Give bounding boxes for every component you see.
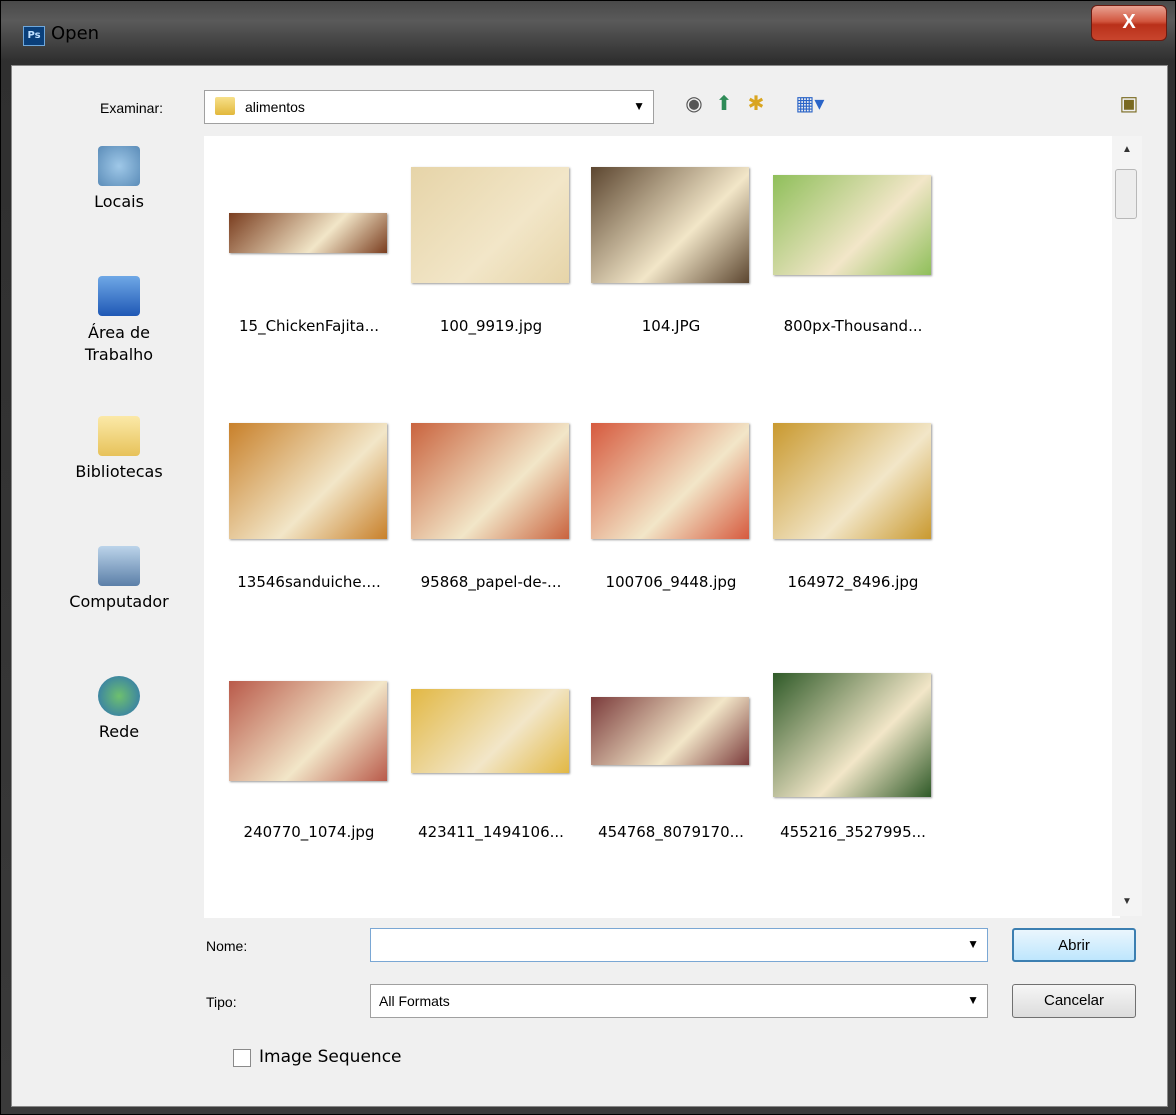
place-desktop[interactable]: Área de Trabalho bbox=[64, 276, 174, 366]
open-dialog: Ps Open X Examinar: alimentos ▼ ◉ ⬆ ✱ ▦▾… bbox=[0, 0, 1176, 1115]
image-thumbnail bbox=[229, 681, 387, 781]
file-name: 423411_1494106... bbox=[418, 823, 564, 841]
image-sequence-label: Image Sequence bbox=[259, 1047, 402, 1067]
place-locais[interactable]: Locais bbox=[64, 146, 174, 211]
open-button[interactable]: Abrir bbox=[1012, 928, 1136, 962]
file-name: 100_9919.jpg bbox=[439, 317, 543, 335]
view-menu-icon[interactable]: ▦▾ bbox=[792, 92, 828, 116]
network-icon bbox=[98, 676, 140, 716]
file-name: 15_ChickenFajita... bbox=[238, 317, 380, 335]
place-label: Área de Trabalho bbox=[84, 323, 154, 364]
file-name: 164972_8496.jpg bbox=[787, 573, 919, 591]
image-thumbnail bbox=[411, 689, 569, 773]
image-thumbnail bbox=[773, 175, 931, 275]
place-computer[interactable]: Computador bbox=[64, 546, 174, 611]
type-value: All Formats bbox=[379, 993, 450, 1009]
scroll-up-icon[interactable]: ▲ bbox=[1122, 144, 1132, 155]
folder-star-icon[interactable]: ▣ bbox=[1117, 92, 1141, 116]
scroll-thumb[interactable] bbox=[1115, 169, 1137, 219]
place-label: Rede bbox=[98, 722, 140, 741]
file-name: 454768_8079170... bbox=[598, 823, 744, 841]
up-folder-icon[interactable]: ⬆ bbox=[712, 92, 736, 116]
name-field[interactable]: ▼ bbox=[370, 928, 988, 962]
place-libraries[interactable]: Bibliotecas bbox=[64, 416, 174, 481]
image-thumbnail bbox=[411, 167, 569, 283]
image-thumbnail bbox=[773, 673, 931, 797]
place-label: Bibliotecas bbox=[75, 462, 163, 481]
dialog-body: Examinar: alimentos ▼ ◉ ⬆ ✱ ▦▾ ▣ Locais … bbox=[11, 65, 1168, 1107]
file-name: 13546sanduiche.... bbox=[237, 573, 381, 591]
libraries-icon bbox=[98, 416, 140, 456]
image-thumbnail bbox=[229, 423, 387, 539]
file-name: 800px-Thousand... bbox=[783, 317, 923, 335]
image-thumbnail bbox=[591, 423, 749, 539]
title-bar: Ps Open X bbox=[1, 1, 1176, 65]
back-icon[interactable]: ◉ bbox=[682, 92, 706, 116]
desktop-icon bbox=[98, 276, 140, 316]
new-folder-icon[interactable]: ✱ bbox=[744, 92, 768, 116]
image-sequence-checkbox[interactable] bbox=[233, 1049, 251, 1067]
file-name: 455216_3527995... bbox=[780, 823, 926, 841]
photoshop-app-icon: Ps bbox=[23, 26, 45, 46]
image-thumbnail bbox=[229, 213, 387, 253]
chevron-down-icon[interactable]: ▼ bbox=[967, 937, 979, 951]
name-label: Nome: bbox=[206, 938, 248, 954]
file-name: 95868_papel-de-... bbox=[420, 573, 562, 591]
chevron-down-icon: ▼ bbox=[633, 99, 645, 113]
cancel-button[interactable]: Cancelar bbox=[1012, 984, 1136, 1018]
file-name: 104.JPG bbox=[641, 317, 701, 335]
recent-places-icon bbox=[98, 146, 140, 186]
place-label: Computador bbox=[69, 592, 169, 611]
type-select[interactable]: All Formats ▼ bbox=[370, 984, 988, 1018]
image-thumbnail bbox=[591, 697, 749, 765]
scroll-down-icon[interactable]: ▼ bbox=[1122, 896, 1132, 907]
close-button[interactable]: X bbox=[1091, 5, 1167, 41]
image-thumbnail bbox=[773, 423, 931, 539]
folder-icon bbox=[215, 97, 235, 115]
image-thumbnail bbox=[591, 167, 749, 283]
place-network[interactable]: Rede bbox=[64, 676, 174, 741]
look-in-label: Examinar: bbox=[100, 100, 164, 116]
file-list-view[interactable]: 15_ChickenFajita... 100_9919.jpg 104.JPG 80… bbox=[204, 136, 1120, 918]
chevron-down-icon: ▼ bbox=[967, 993, 979, 1007]
computer-icon bbox=[98, 546, 140, 586]
file-name: 240770_1074.jpg bbox=[243, 823, 375, 841]
place-label: Locais bbox=[94, 192, 144, 211]
image-thumbnail bbox=[411, 423, 569, 539]
file-name: 100706_9448.jpg bbox=[605, 573, 737, 591]
window-title: Open bbox=[51, 23, 100, 44]
vertical-scrollbar[interactable]: ▲ ▼ bbox=[1112, 136, 1142, 916]
look-in-value: alimentos bbox=[245, 99, 305, 115]
type-label: Tipo: bbox=[206, 994, 237, 1010]
look-in-combo[interactable]: alimentos ▼ bbox=[204, 90, 654, 124]
